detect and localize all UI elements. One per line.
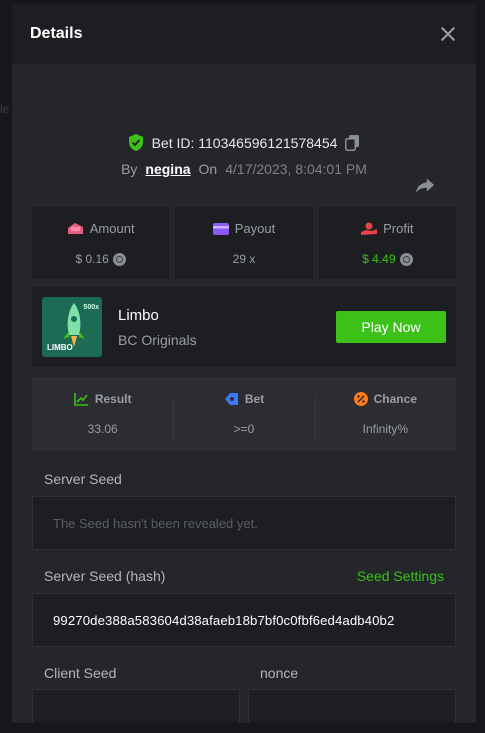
game-provider: BC Originals	[118, 331, 197, 348]
seed-settings-link[interactable]: Seed Settings	[357, 568, 444, 584]
bet-meta: By negina On 4/17/2023, 8:04:01 PM	[32, 161, 456, 177]
nonce-label: nonce	[260, 665, 299, 681]
server-seed-placeholder: The Seed hasn't been revealed yet.	[53, 515, 258, 531]
server-seed-hash-field[interactable]: 99270de388a583604d38afaeb18b7bf0c0fbf6ed…	[32, 593, 456, 647]
modal-header: Details	[12, 4, 476, 64]
bet-date: 4/17/2023, 8:04:01 PM	[225, 161, 367, 177]
result-value: Infinity%	[362, 422, 408, 436]
game-thumbnail[interactable]: 500x LIMBO	[42, 297, 102, 357]
game-thumb-logo: LIMBO	[47, 343, 73, 352]
result-value: 33.06	[87, 422, 118, 436]
stat-value: $ 4.49	[362, 252, 396, 266]
nonce-field[interactable]	[248, 689, 456, 723]
server-seed-label: Server Seed	[44, 471, 122, 487]
close-icon[interactable]	[438, 24, 458, 44]
server-seed-hash-value: 99270de388a583604d38afaeb18b7bf0c0fbf6ed…	[53, 612, 395, 628]
game-card: 500x LIMBO Limbo BC Originals Play Now	[32, 287, 456, 367]
game-thumb-badge: 500x	[83, 304, 99, 311]
on-label: On	[198, 161, 218, 177]
stat-label: Profit	[383, 221, 414, 236]
stat-label: Payout	[234, 221, 276, 236]
payout-icon	[212, 222, 229, 235]
result-item: Chance Infinity%	[314, 392, 456, 442]
result-value: >=0	[233, 422, 255, 436]
result-label: Chance	[373, 392, 417, 406]
client-seed-field[interactable]	[32, 689, 240, 723]
percent-icon	[353, 392, 368, 406]
bet-tag-icon	[224, 393, 238, 405]
share-icon[interactable]	[414, 174, 436, 196]
bet-id-row: Bet ID: 110346596121578454	[32, 134, 456, 151]
verified-shield-icon	[128, 134, 143, 151]
stat-amount: Amount $ 0.16	[32, 207, 170, 279]
play-now-button[interactable]: Play Now	[336, 311, 446, 343]
stat-value: 29 x	[232, 252, 256, 266]
server-seed-field: The Seed hasn't been revealed yet.	[32, 496, 456, 550]
result-item: Result 33.06	[32, 392, 173, 436]
result-item: Bet >=0	[173, 392, 314, 442]
coin-icon	[399, 252, 413, 266]
copy-icon[interactable]	[345, 134, 360, 151]
bet-id: Bet ID: 110346596121578454	[151, 134, 338, 151]
modal-title: Details	[30, 25, 83, 42]
result-label: Bet	[244, 392, 265, 406]
stat-payout: Payout 29 x	[175, 207, 313, 279]
stat-value: $ 0.16	[75, 252, 109, 266]
username-link[interactable]: negina	[145, 161, 190, 177]
game-name: Limbo	[118, 306, 159, 324]
profit-icon	[361, 222, 378, 235]
stat-label: Amount	[89, 221, 135, 236]
stat-profit: Profit $ 4.49	[318, 207, 456, 279]
background-text: le	[0, 102, 10, 116]
client-seed-label: Client Seed	[44, 665, 117, 681]
by-label: By	[121, 161, 138, 177]
server-seed-hash-label: Server Seed (hash)	[44, 568, 166, 584]
coin-icon	[112, 252, 126, 266]
bet-details-modal: Details Bet ID: 110346596121578454 By ne…	[12, 4, 476, 723]
bet-results: Result 33.06 Bet >=0 Chance Infinity%	[32, 377, 456, 451]
result-chart-icon	[74, 393, 88, 406]
bet-stats: Amount $ 0.16 Payout 29 x Profit $ 4.49	[32, 207, 456, 279]
amount-icon	[67, 223, 83, 234]
result-label: Result	[94, 392, 132, 406]
